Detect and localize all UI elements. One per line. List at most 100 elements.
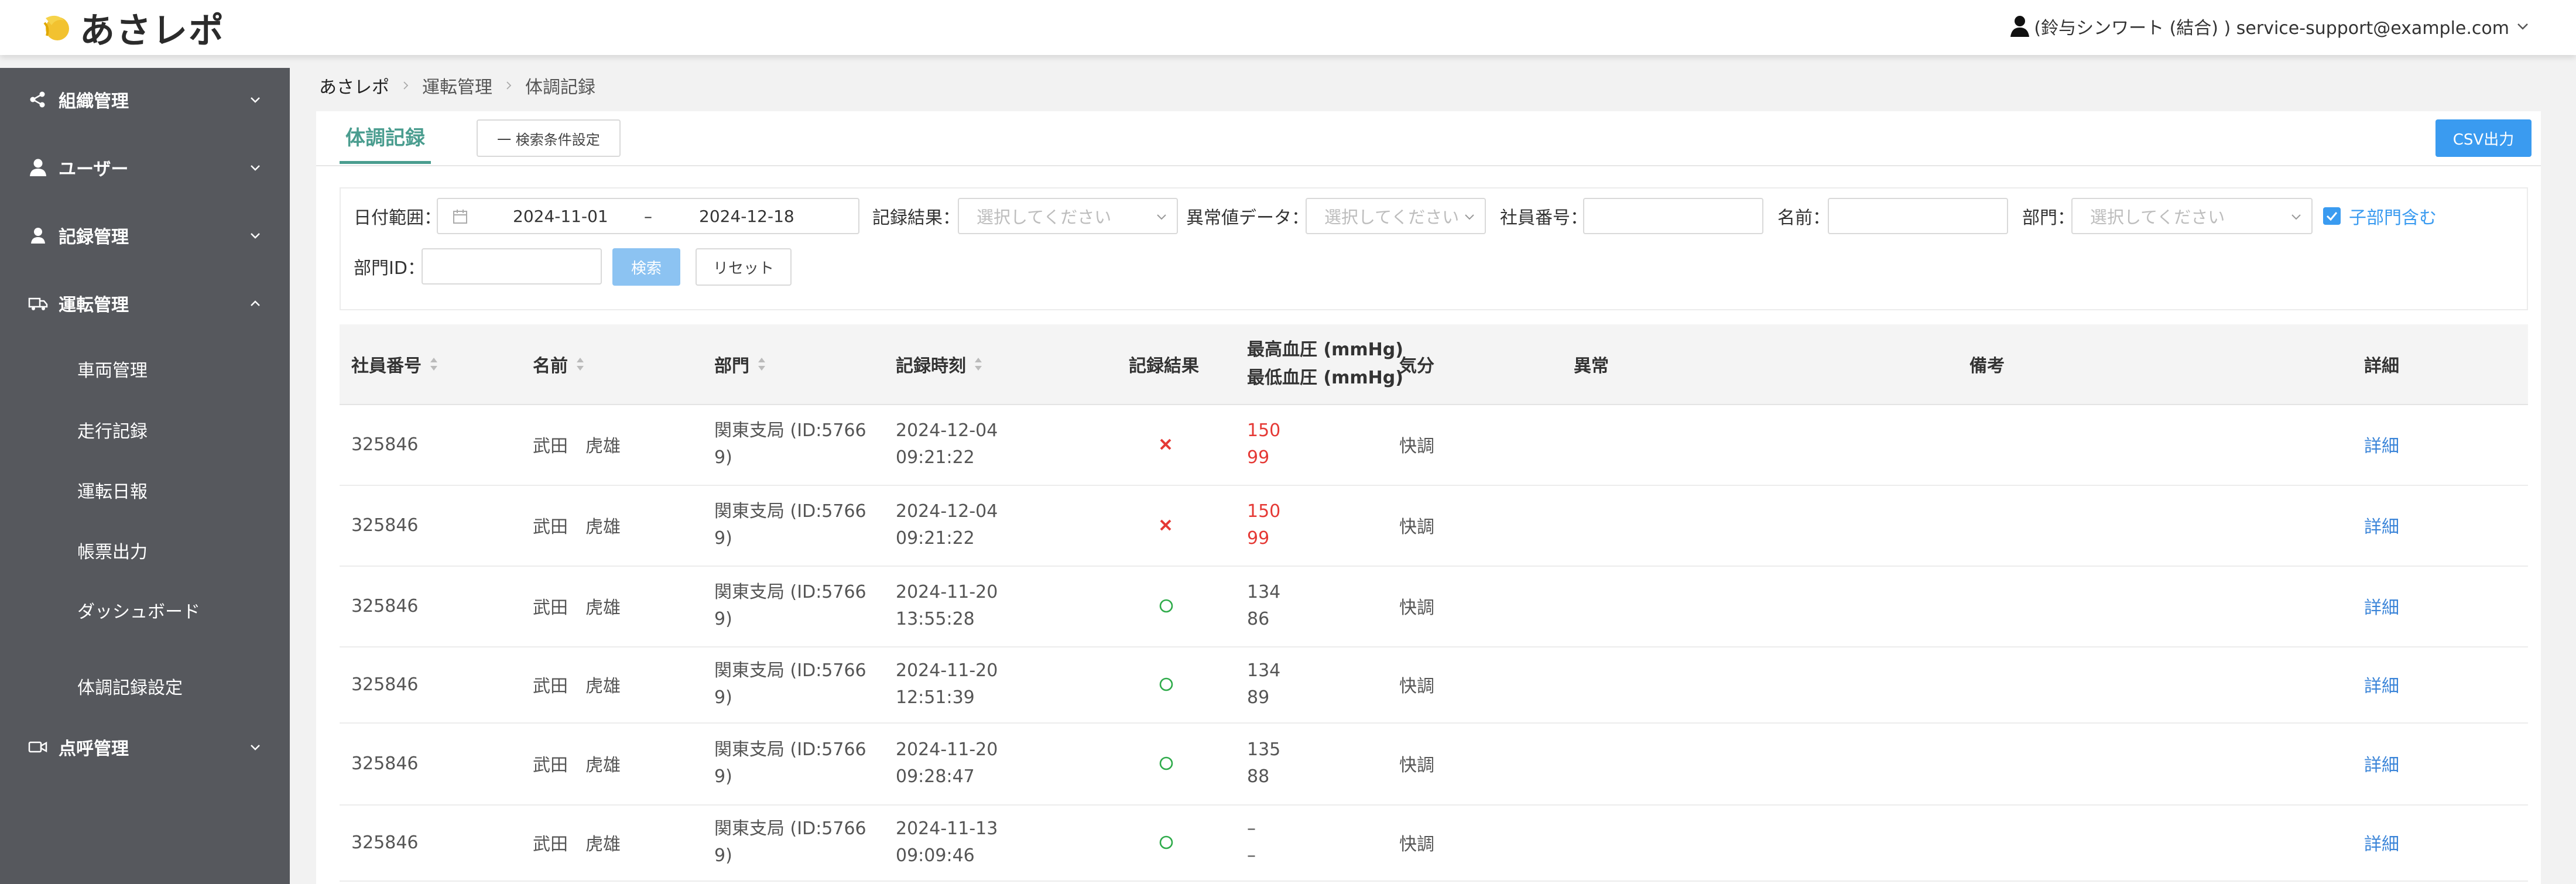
cell-recorded-at: 2024-11-20 12:51:39: [896, 646, 998, 722]
record-result-select[interactable]: 選択してください: [958, 198, 1178, 234]
cell-bp-high: –: [1247, 818, 1256, 839]
cell-name: 武田 虎雄: [533, 436, 621, 457]
cell-dept-line2: 9): [714, 766, 732, 787]
result-ok-icon: [1159, 835, 1173, 849]
search-conditions-button[interactable]: 一 検索条件設定: [477, 119, 621, 157]
result-ok-icon: [1159, 677, 1173, 691]
sidebar-item-label: 点呼管理: [59, 739, 129, 759]
abnormal-data-select[interactable]: 選択してください: [1306, 198, 1486, 234]
detail-link[interactable]: 詳細: [2364, 485, 2399, 566]
include-children-checkbox[interactable]: [2323, 207, 2341, 225]
cell-dept-line1: 関東支局 (ID:5766: [714, 501, 866, 522]
sidebar-item-records[interactable]: 記録管理: [0, 212, 290, 259]
include-children-label[interactable]: 子部門含む: [2349, 198, 2437, 234]
col-blood-pressure: 最高血圧 (mmHg) 最低血圧 (mmHg): [1247, 324, 1403, 404]
sort-icon: [430, 358, 437, 371]
cell-mood: 快調: [1399, 676, 1434, 697]
cell-date: 2024-12-04: [896, 501, 998, 522]
col-recorded-at[interactable]: 記録時刻: [896, 324, 984, 404]
col-label: 部門: [714, 356, 749, 376]
cell-recorded-at: 2024-11-20 13:55:28: [896, 566, 998, 646]
cell-dept-line2: 9): [714, 528, 732, 549]
result-ok-icon: [1159, 599, 1173, 613]
cell-bp-high: 150: [1247, 420, 1281, 441]
cell-mood: 快調: [1399, 517, 1434, 537]
employee-no-input[interactable]: [1583, 198, 1763, 234]
cell-dept-line2: 9): [714, 447, 732, 468]
sidebar-item-driving[interactable]: 運転管理: [0, 280, 290, 327]
detail-link[interactable]: 詳細: [2364, 804, 2399, 880]
tab-health-records[interactable]: 体調記録: [340, 111, 431, 164]
chevron-right-icon: [403, 81, 409, 90]
col-name[interactable]: 名前: [533, 324, 585, 404]
breadcrumb-driving[interactable]: 運転管理: [422, 73, 492, 98]
sidebar-subitem-trip-records[interactable]: 走行記録: [0, 406, 290, 453]
video-icon: [28, 741, 47, 753]
col-remarks: 備考: [1969, 324, 2005, 404]
cell-dept: 関東支局 (ID:5766 9): [714, 804, 866, 880]
search-button[interactable]: 検索: [612, 248, 680, 286]
cell-date: 2024-11-13: [896, 818, 998, 839]
dept-label: 部門：: [2022, 208, 2075, 228]
tab-bar: 体調記録 一 検索条件設定 CSV出力: [316, 111, 2541, 166]
col-abnormal: 異常: [1574, 324, 1609, 404]
chevron-up-icon: [251, 300, 260, 306]
cell-employee-no: 325846: [351, 595, 419, 616]
cell-bp-high: 150: [1247, 501, 1281, 522]
dept-select[interactable]: 選択してください: [2071, 198, 2313, 234]
sidebar-item-label: 運転管理: [59, 295, 129, 316]
cell-recorded-at: 2024-12-04 09:21:22: [896, 404, 998, 485]
cell-employee-no: 325846: [351, 674, 419, 695]
sidebar-subitem-health-settings[interactable]: 体調記録設定: [0, 663, 290, 710]
col-label-bp-high: 最高血圧 (mmHg): [1247, 340, 1403, 360]
sidebar-item-rollcall[interactable]: 点呼管理: [0, 724, 290, 770]
main-card: 体調記録 一 検索条件設定 CSV出力 日付範囲： 2024-11-01 – 2…: [316, 111, 2541, 884]
cell-bp-high: 134: [1247, 582, 1281, 602]
dept-id-input[interactable]: [422, 248, 602, 285]
sidebar-subitem-form-output[interactable]: 帳票出力: [0, 527, 290, 574]
reset-button[interactable]: リセット: [696, 248, 792, 286]
date-range-input[interactable]: 2024-11-01 – 2024-12-18: [437, 198, 859, 234]
cell-result: [1158, 722, 1174, 804]
sidebar-subitem-dashboard[interactable]: ダッシュボード: [0, 587, 290, 633]
sidebar-item-label: 記録管理: [59, 227, 129, 248]
col-mood: 気分: [1399, 324, 1434, 404]
cell-dept-line1: 関東支局 (ID:5766: [714, 660, 866, 681]
sidebar-item-organization[interactable]: 組織管理: [0, 76, 290, 123]
detail-link[interactable]: 詳細: [2364, 722, 2399, 804]
col-employee-no[interactable]: 社員番号: [351, 324, 439, 404]
sidebar-item-users[interactable]: ユーザー: [0, 144, 290, 191]
name-input[interactable]: [1828, 198, 2008, 234]
chevron-down-icon: [251, 233, 260, 239]
sidebar-item-label: 組織管理: [59, 91, 129, 112]
cell-blood-pressure: – –: [1247, 804, 1256, 880]
cell-blood-pressure: 134 89: [1247, 646, 1280, 722]
sidebar-subitem-vehicles[interactable]: 車両管理: [0, 345, 290, 392]
detail-link[interactable]: 詳細: [2364, 646, 2399, 722]
result-ng-icon: [1160, 438, 1171, 450]
cell-name: 武田 虎雄: [533, 598, 621, 618]
csv-export-button[interactable]: CSV出力: [2435, 119, 2532, 157]
employee-no-label: 社員番号：: [1500, 208, 1588, 228]
sidebar-subitem-daily-report[interactable]: 運転日報: [0, 467, 290, 513]
col-dept[interactable]: 部門: [714, 324, 767, 404]
breadcrumb-home[interactable]: あさレポ: [319, 73, 389, 98]
cell-result: [1158, 646, 1174, 722]
cell-date: 2024-11-20: [896, 582, 998, 602]
col-label: 異常: [1574, 356, 1609, 376]
sidebar-subitem-label: 走行記録: [77, 422, 148, 442]
detail-link[interactable]: 詳細: [2364, 404, 2399, 485]
cell-mood: 快調: [1399, 598, 1434, 618]
cell-dept: 関東支局 (ID:5766 9): [714, 646, 866, 722]
detail-link[interactable]: 詳細: [2364, 566, 2399, 646]
cell-employee-no: 325846: [351, 753, 419, 774]
cell-result: [1158, 804, 1174, 880]
chevron-down-icon: [251, 745, 260, 751]
abnormal-data-placeholder: 選択してください: [1324, 207, 1460, 227]
cell-bp-high: 134: [1247, 660, 1281, 681]
col-label: 社員番号: [351, 356, 422, 376]
col-label: 名前: [533, 356, 568, 376]
cell-recorded-at: 2024-12-04 09:21:22: [896, 485, 998, 566]
app-logo[interactable]: あさレポ: [39, 5, 225, 52]
user-menu[interactable]: (鈴与シンワート (結合) ) service-support@example.…: [2009, 12, 2529, 41]
